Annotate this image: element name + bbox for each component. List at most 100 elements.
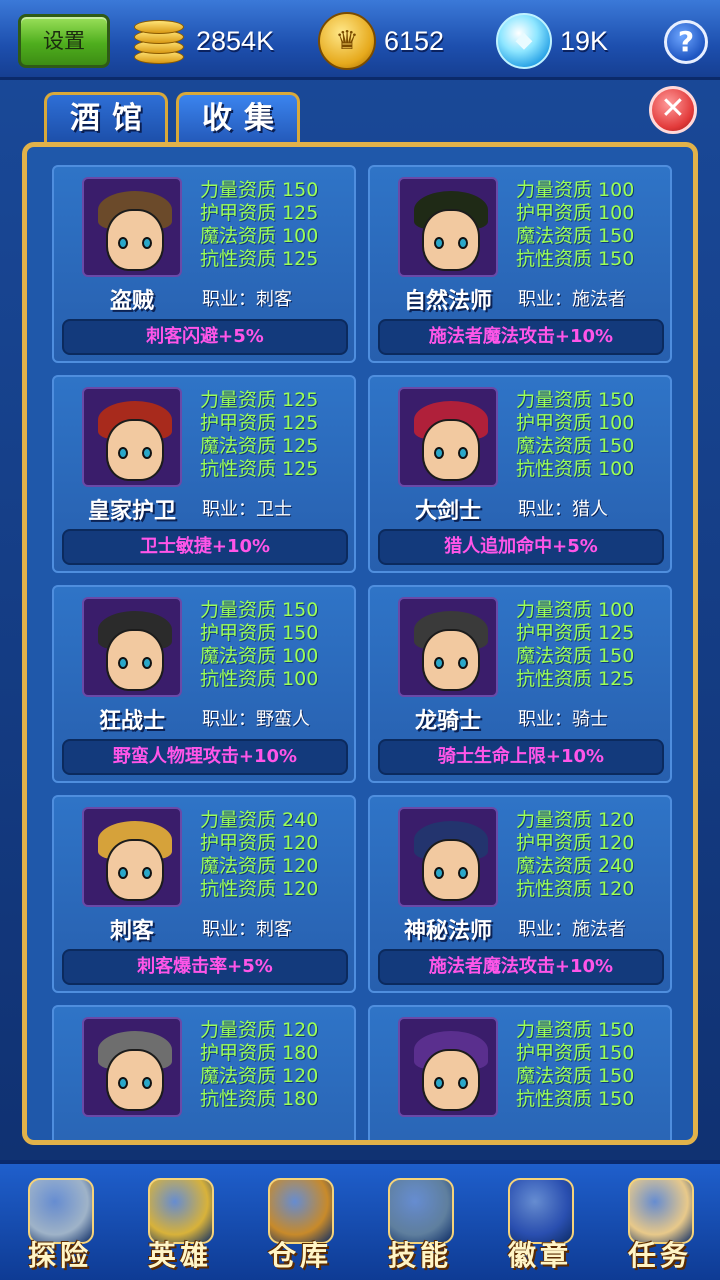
hero-face: [106, 839, 164, 901]
stat-armor: 护甲资质 180: [200, 1042, 319, 1064]
hero-portrait: [398, 597, 498, 697]
hero-card-7[interactable]: 力量资质 120 护甲资质 120 魔法资质 240 抗性资质 120 神秘法师…: [368, 795, 672, 993]
hero-portrait: [82, 387, 182, 487]
stat-armor: 护甲资质 125: [200, 412, 319, 434]
hero-bonus: 施法者魔法攻击+10%: [378, 949, 664, 985]
hero-bonus: 猎人追加命中+5%: [378, 529, 664, 565]
stat-magic: 魔法资质 100: [200, 645, 319, 667]
nav-item-0[interactable]: 探险: [0, 1170, 120, 1280]
nav-item-3[interactable]: 技能: [360, 1170, 480, 1280]
nav-label: 仓库: [267, 1239, 332, 1272]
hero-portrait: [398, 177, 498, 277]
hero-face: [106, 629, 164, 691]
gold-coins-icon: [130, 12, 188, 70]
hero-portrait: [398, 1017, 498, 1117]
nav-item-2[interactable]: 仓库: [240, 1170, 360, 1280]
hero-card-6[interactable]: 力量资质 240 护甲资质 120 魔法资质 120 抗性资质 120 刺客 职…: [52, 795, 356, 993]
stat-resistance: 抗性资质 120: [516, 878, 635, 900]
stat-strength: 力量资质 240: [200, 809, 319, 831]
hero-portrait: [82, 177, 182, 277]
stat-magic: 魔法资质 120: [200, 855, 319, 877]
stat-resistance: 抗性资质 100: [516, 458, 635, 480]
stat-magic: 魔法资质 120: [200, 1065, 319, 1087]
hero-name: 狂战士: [98, 709, 165, 734]
hero-class: 职业：施法者: [518, 919, 626, 940]
hero-bonus: 野蛮人物理攻击+10%: [62, 739, 348, 775]
stat-magic: 魔法资质 150: [516, 645, 635, 667]
hero-bonus: 刺客闪避+5%: [62, 319, 348, 355]
hero-card-2[interactable]: 力量资质 125 护甲资质 125 魔法资质 125 抗性资质 125 皇家护卫…: [52, 375, 356, 573]
hero-stats: 力量资质 100 护甲资质 125 魔法资质 150 抗性资质 125: [516, 599, 634, 691]
hero-face: [106, 209, 164, 271]
hero-card-1[interactable]: 力量资质 100 护甲资质 100 魔法资质 150 抗性资质 150 自然法师…: [368, 165, 672, 363]
stat-armor: 护甲资质 120: [516, 832, 635, 854]
hero-class: 职业：骑士: [518, 709, 608, 730]
stat-magic: 魔法资质 100: [200, 225, 319, 247]
nav-item-4[interactable]: 徽章: [480, 1170, 600, 1280]
crown-coin-amount: 6152: [384, 25, 445, 56]
tab-tavern[interactable]: 酒馆: [44, 92, 168, 144]
stat-strength: 力量资质 120: [516, 809, 635, 831]
hero-card-8[interactable]: 力量资质 120 护甲资质 180 魔法资质 120 抗性资质 180: [52, 1005, 356, 1140]
hero-name: 刺客: [109, 919, 154, 944]
hero-portrait: [82, 1017, 182, 1117]
hero-stats: 力量资质 240 护甲资质 120 魔法资质 120 抗性资质 120: [200, 809, 318, 901]
stat-resistance: 抗性资质 100: [200, 668, 319, 690]
stat-strength: 力量资质 100: [516, 179, 635, 201]
nav-label: 任务: [627, 1239, 692, 1272]
tab-collection[interactable]: 收集: [176, 92, 300, 144]
hero-name: 自然法师: [403, 289, 492, 314]
crown-coin-resource: ♛ 6152: [318, 12, 445, 70]
stat-armor: 护甲资质 125: [516, 622, 635, 644]
stat-armor: 护甲资质 120: [200, 832, 319, 854]
nav-item-5[interactable]: 任务: [600, 1170, 720, 1280]
hero-name: 盗贼: [109, 289, 154, 314]
stat-strength: 力量资质 125: [200, 389, 319, 411]
hero-face: [422, 1049, 480, 1111]
hero-card-9[interactable]: 力量资质 150 护甲资质 150 魔法资质 150 抗性资质 150: [368, 1005, 672, 1140]
hero-bonus: 骑士生命上限+10%: [378, 739, 664, 775]
hero-bonus: 施法者魔法攻击+10%: [378, 319, 664, 355]
hero-card-4[interactable]: 力量资质 150 护甲资质 150 魔法资质 100 抗性资质 100 狂战士 …: [52, 585, 356, 783]
stat-armor: 护甲资质 125: [200, 202, 319, 224]
stat-strength: 力量资质 150: [200, 599, 319, 621]
help-button[interactable]: ?: [664, 20, 708, 64]
close-button[interactable]: ✕: [649, 86, 697, 134]
hero-face: [422, 839, 480, 901]
stat-strength: 力量资质 150: [516, 1019, 635, 1041]
diamond-icon: ◆: [496, 13, 552, 69]
hero-stats: 力量资质 150 护甲资质 125 魔法资质 100 抗性资质 125: [200, 179, 318, 271]
hero-stats: 力量资质 120 护甲资质 180 魔法资质 120 抗性资质 180: [200, 1019, 318, 1111]
stat-resistance: 抗性资质 125: [200, 458, 319, 480]
gold-resource: 2854K: [130, 14, 274, 68]
stat-resistance: 抗性资质 125: [200, 248, 319, 270]
nav-label: 技能: [387, 1239, 452, 1272]
gem-amount: 19K: [560, 25, 609, 56]
hero-collection-panel[interactable]: 力量资质 150 护甲资质 125 魔法资质 100 抗性资质 125 盗贼 职…: [22, 142, 698, 1145]
hero-class: 职业：猎人: [518, 499, 608, 520]
hero-class: 职业：刺客: [202, 289, 292, 310]
stat-resistance: 抗性资质 125: [516, 668, 635, 690]
settings-button[interactable]: 设置: [18, 14, 110, 68]
hero-card-5[interactable]: 力量资质 100 护甲资质 125 魔法资质 150 抗性资质 125 龙骑士 …: [368, 585, 672, 783]
hero-bonus: 刺客爆击率+5%: [62, 949, 348, 985]
hero-card-0[interactable]: 力量资质 150 护甲资质 125 魔法资质 100 抗性资质 125 盗贼 职…: [52, 165, 356, 363]
stat-armor: 护甲资质 150: [200, 622, 319, 644]
hero-class: 职业：卫士: [202, 499, 292, 520]
stat-armor: 护甲资质 100: [516, 412, 635, 434]
stat-resistance: 抗性资质 120: [200, 878, 319, 900]
hero-portrait: [82, 807, 182, 907]
gem-resource: ◆ 19K: [496, 13, 609, 69]
hero-name: 大剑士: [414, 499, 481, 524]
stat-strength: 力量资质 100: [516, 599, 635, 621]
hero-name: 龙骑士: [414, 709, 481, 734]
stat-magic: 魔法资质 150: [516, 435, 635, 457]
hero-class: 职业：刺客: [202, 919, 292, 940]
nav-item-1[interactable]: 英雄: [120, 1170, 240, 1280]
hero-bonus: 卫士敏捷+10%: [62, 529, 348, 565]
stat-armor: 护甲资质 150: [516, 1042, 635, 1064]
stat-strength: 力量资质 150: [516, 389, 635, 411]
stat-armor: 护甲资质 100: [516, 202, 635, 224]
hero-card-3[interactable]: 力量资质 150 护甲资质 100 魔法资质 150 抗性资质 100 大剑士 …: [368, 375, 672, 573]
stat-magic: 魔法资质 125: [200, 435, 319, 457]
